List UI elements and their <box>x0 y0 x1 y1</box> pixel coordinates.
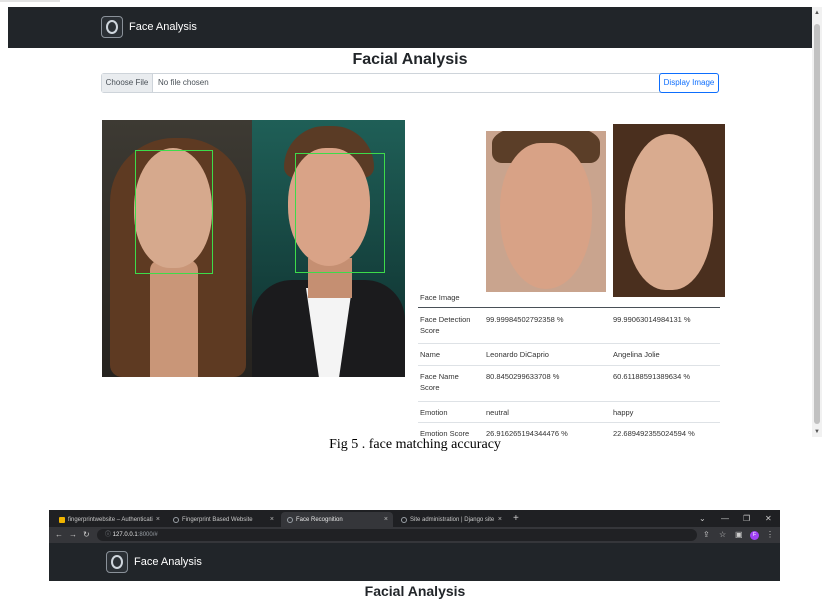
new-tab-icon[interactable]: + <box>513 512 519 526</box>
face-thumbnail <box>613 124 725 297</box>
row-divider <box>418 365 720 366</box>
tab-edge-line <box>0 0 60 2</box>
header-divider <box>418 307 720 308</box>
forward-arrow-icon[interactable]: → <box>69 527 77 543</box>
file-input-group: Choose File No file chosen Display Image <box>101 73 719 93</box>
detection-score-label: Face Detection Score <box>420 315 471 335</box>
page-title: Facial Analysis <box>364 583 466 599</box>
uploaded-photo <box>102 120 405 377</box>
emotion-label: Emotion <box>420 408 448 417</box>
brand-name: Face Analysis <box>129 21 197 33</box>
name-score-value: 60.61188591389634 % <box>613 372 691 381</box>
scrollbar-thumb[interactable] <box>814 24 820 424</box>
detection-box <box>295 153 385 273</box>
browser-tab[interactable]: Fingerprint Based Website × <box>167 512 279 527</box>
share-icon[interactable]: ⇪ <box>703 527 710 543</box>
navbar: Face Analysis <box>49 543 780 581</box>
face-image-label: Face Image <box>420 293 460 302</box>
detection-box <box>135 150 213 274</box>
detection-score-value: 99.99063014984131 % <box>613 315 691 324</box>
close-tab-icon[interactable]: × <box>270 512 274 527</box>
results-table: Face Image Face Detection Score 99.999845… <box>418 120 725 441</box>
name-label: Name <box>420 350 441 359</box>
file-status-text: No file chosen <box>158 78 209 87</box>
name-value: Leonardo DiCaprio <box>486 350 549 359</box>
name-score-label: Face Name Score <box>420 372 459 392</box>
brand-name: Face Analysis <box>134 556 202 568</box>
browser-tab[interactable]: fingerprintwebsite – Authenticati × <box>53 512 165 527</box>
browser-window: fingerprintwebsite – Authenticati × Fing… <box>49 510 780 581</box>
bookmark-star-icon[interactable]: ☆ <box>719 527 726 543</box>
app-window: Face Analysis Facial Analysis Choose Fil… <box>8 7 812 441</box>
row-divider <box>418 343 720 344</box>
emotion-value: happy <box>613 408 634 417</box>
reload-icon[interactable]: ↻ <box>83 527 90 543</box>
scroll-down-arrow-icon[interactable]: ▼ <box>812 428 822 436</box>
scroll-up-arrow-icon[interactable]: ▲ <box>812 9 822 17</box>
row-divider <box>418 422 720 423</box>
browser-tab[interactable]: Site administration | Django site × <box>395 512 507 527</box>
brand[interactable]: Face Analysis <box>101 13 197 41</box>
page-title: Facial Analysis <box>352 51 468 68</box>
info-icon: ⓘ <box>105 532 113 538</box>
row-divider <box>418 401 720 402</box>
side-panel-icon[interactable]: ▣ <box>735 527 743 543</box>
globe-icon <box>173 516 179 523</box>
address-bar: ← → ↻ ⓘ 127.0.0.1:8000/# ⇪ ☆ ▣ F ⋮ <box>49 527 780 543</box>
name-score-value: 80.8450299633708 % <box>486 372 560 381</box>
browser-tab-active[interactable]: Face Recognition × <box>281 512 393 527</box>
globe-icon <box>401 516 407 523</box>
brand[interactable]: Face Analysis <box>106 549 202 575</box>
maximize-icon[interactable]: ❐ <box>743 512 750 526</box>
globe-icon <box>287 516 293 523</box>
figure-caption: Fig 5 . face matching accuracy <box>329 437 501 452</box>
folder-icon <box>59 516 65 523</box>
detection-score-value: 99.99984502792358 % <box>486 315 564 324</box>
choose-file-button[interactable]: Choose File <box>102 74 153 92</box>
name-value: Angelina Jolie <box>613 350 660 359</box>
display-image-button[interactable]: Display Image <box>659 73 719 93</box>
tab-search-icon[interactable]: ⌄ <box>699 512 706 526</box>
url-field[interactable]: ⓘ 127.0.0.1:8000/# <box>97 529 697 541</box>
close-tab-icon[interactable]: × <box>498 512 502 527</box>
emotion-value: neutral <box>486 408 509 417</box>
close-window-icon[interactable]: ✕ <box>765 512 772 526</box>
close-tab-icon[interactable]: × <box>384 512 388 527</box>
minimize-icon[interactable]: — <box>721 512 729 526</box>
back-arrow-icon[interactable]: ← <box>55 527 63 543</box>
face-thumbnail <box>486 131 606 292</box>
face-logo-icon <box>106 551 128 573</box>
close-tab-icon[interactable]: × <box>156 512 160 527</box>
navbar: Face Analysis <box>8 7 812 48</box>
url-text: ⓘ 127.0.0.1:8000/# <box>105 532 158 538</box>
profile-avatar[interactable]: F <box>750 531 759 540</box>
menu-dots-icon[interactable]: ⋮ <box>766 527 774 543</box>
face-logo-icon <box>101 16 123 38</box>
tab-strip: fingerprintwebsite – Authenticati × Fing… <box>49 510 780 527</box>
